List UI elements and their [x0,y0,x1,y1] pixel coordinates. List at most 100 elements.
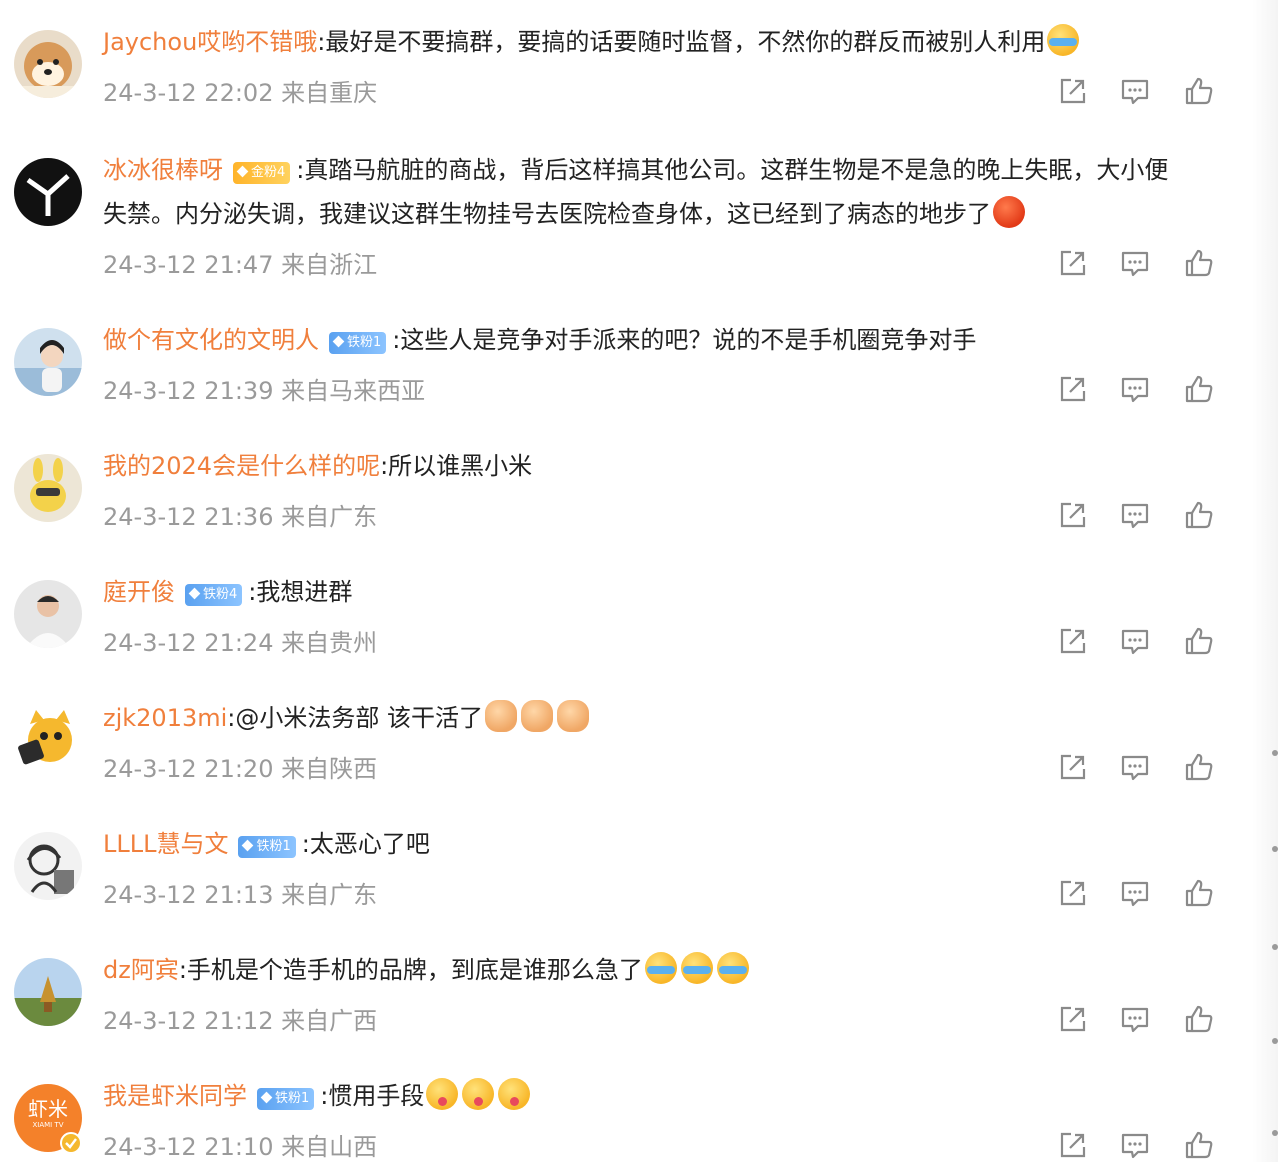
comment-actions [1056,76,1216,110]
reply-button[interactable] [1118,1130,1152,1162]
comment-icon [1119,1129,1151,1162]
comment-actions [1056,1130,1216,1162]
like-button[interactable] [1182,248,1216,282]
like-button[interactable] [1182,1004,1216,1038]
comment-actions [1056,374,1216,408]
dark-logo-avatar[interactable] [14,158,82,226]
comment-meta: 24-3-12 21:36 来自广东 [103,503,378,531]
fan-badge-label: 铁粉4 [203,587,238,602]
share-button[interactable] [1056,76,1090,110]
comment-meta: 24-3-12 21:12 来自广西 [103,1007,378,1035]
like-icon [1183,373,1215,409]
comment-body: 冰冰很棒呀 金粉4:真踏马航脏的商战，背后这样搞其他公司。这群生物是不是急的晚上失… [103,148,1180,236]
comment-meta: 24-3-12 21:10 来自山西 [103,1133,378,1161]
fan-badge-label: 铁粉1 [347,335,382,350]
reply-button[interactable] [1118,626,1152,660]
avatar-subtext: XIAMI TV [32,1121,64,1129]
reply-button[interactable] [1118,76,1152,110]
fan-badge[interactable]: 铁粉1 [329,332,387,354]
share-icon [1057,625,1089,661]
scroll-edge[interactable] [1252,0,1278,1162]
comment-meta: 24-3-12 21:47 来自浙江 [103,251,378,279]
comment-icon [1119,751,1151,787]
username-link[interactable]: 冰冰很棒呀 [103,156,223,184]
share-button[interactable] [1056,878,1090,912]
angry-emoji [993,196,1025,228]
reply-button[interactable] [1118,878,1152,912]
reply-button[interactable] [1118,248,1152,282]
plush-toy-avatar[interactable] [14,454,82,522]
username-link[interactable]: 做个有文化的文明人 [103,326,319,354]
comment-actions [1056,626,1216,660]
username-link[interactable]: 庭开俊 [103,578,175,606]
comment-icon [1119,499,1151,535]
landscape-avatar[interactable] [14,958,82,1026]
man-photo-avatar[interactable] [14,580,82,648]
share-button[interactable] [1056,500,1090,534]
comment-item: 庭开俊 铁粉4:我想进群 24-3-12 21:24 来自贵州 [0,570,1250,696]
fan-badge[interactable]: 金粉4 [233,162,291,184]
fan-badge[interactable]: 铁粉4 [185,584,243,606]
username-link[interactable]: dz阿宾 [103,956,179,984]
comment-item: LLLL慧与文 铁粉1:太恶心了吧 24-3-12 21:13 来自广东 [0,822,1250,948]
yum-emoji [462,1078,495,1110]
like-icon [1183,75,1215,111]
comment-item: Jaychou哎哟不错哦:最好是不要搞群，要搞的话要随时监督，不然你的群反而被别… [0,20,1250,146]
comment-text: :太恶心了吧 [301,830,430,858]
share-icon [1057,877,1089,913]
share-button[interactable] [1056,752,1090,786]
fan-badge[interactable]: 铁粉1 [238,836,296,858]
share-button[interactable] [1056,1004,1090,1038]
comment-text: :@小米法务部 该干活了 [227,704,484,732]
comment-meta: 24-3-12 21:39 来自马来西亚 [103,377,426,405]
username-link[interactable]: zjk2013mi [103,704,227,732]
like-button[interactable] [1182,752,1216,786]
like-button[interactable] [1182,1130,1216,1162]
share-icon [1057,247,1089,283]
share-button[interactable] [1056,1130,1090,1162]
like-icon [1183,751,1215,787]
share-icon [1057,373,1089,409]
like-button[interactable] [1182,500,1216,534]
avatar-text: 虾米 [28,1097,68,1121]
comment-meta: 24-3-12 21:20 来自陕西 [103,755,378,783]
username-link[interactable]: Jaychou哎哟不错哦 [103,28,317,56]
shiba-dog-avatar[interactable] [14,30,82,98]
comment-item: 虾米 XIAMI TV 我是虾米同学 铁粉1 :惯用手段 24-3-12 21:10 来自… [0,1074,1250,1162]
fan-badge-label: 铁粉1 [275,1091,310,1106]
edge-marker [1272,1130,1278,1136]
comment-icon [1119,625,1151,661]
edge-marker [1272,1038,1278,1044]
yum-emoji [498,1078,531,1110]
username-link[interactable]: 我的2024会是什么样的呢 [103,452,380,480]
share-button[interactable] [1056,248,1090,282]
girl-photo-avatar[interactable] [14,328,82,396]
edge-marker [1272,750,1278,756]
fist-emoji [521,700,554,732]
comment-icon [1119,75,1151,111]
comment-actions [1056,248,1216,282]
like-button[interactable] [1182,626,1216,660]
diamond-icon [188,587,201,600]
username-link[interactable]: 我是虾米同学 [103,1082,247,1110]
like-button[interactable] [1182,878,1216,912]
like-icon [1183,499,1215,535]
fan-badge[interactable]: 铁粉1 [257,1088,315,1110]
edge-marker [1272,846,1278,852]
like-button[interactable] [1182,76,1216,110]
cartoon-cat-avatar[interactable] [14,706,82,774]
comment-icon [1119,247,1151,283]
comment-body: 我是虾米同学 铁粉1 :惯用手段 [103,1074,1180,1118]
share-button[interactable] [1056,626,1090,660]
sketch-avatar[interactable] [14,832,82,900]
reply-button[interactable] [1118,752,1152,786]
reply-button[interactable] [1118,1004,1152,1038]
like-button[interactable] [1182,374,1216,408]
username-link[interactable]: LLLL慧与文 [103,830,228,858]
reply-button[interactable] [1118,500,1152,534]
comment-text: :惯用手段 [320,1082,425,1110]
share-button[interactable] [1056,374,1090,408]
reply-button[interactable] [1118,374,1152,408]
comment-body: 庭开俊 铁粉4:我想进群 [103,570,1180,614]
comment-text: :最好是不要搞群，要搞的话要随时监督，不然你的群反而被别人利用 [317,28,1046,56]
